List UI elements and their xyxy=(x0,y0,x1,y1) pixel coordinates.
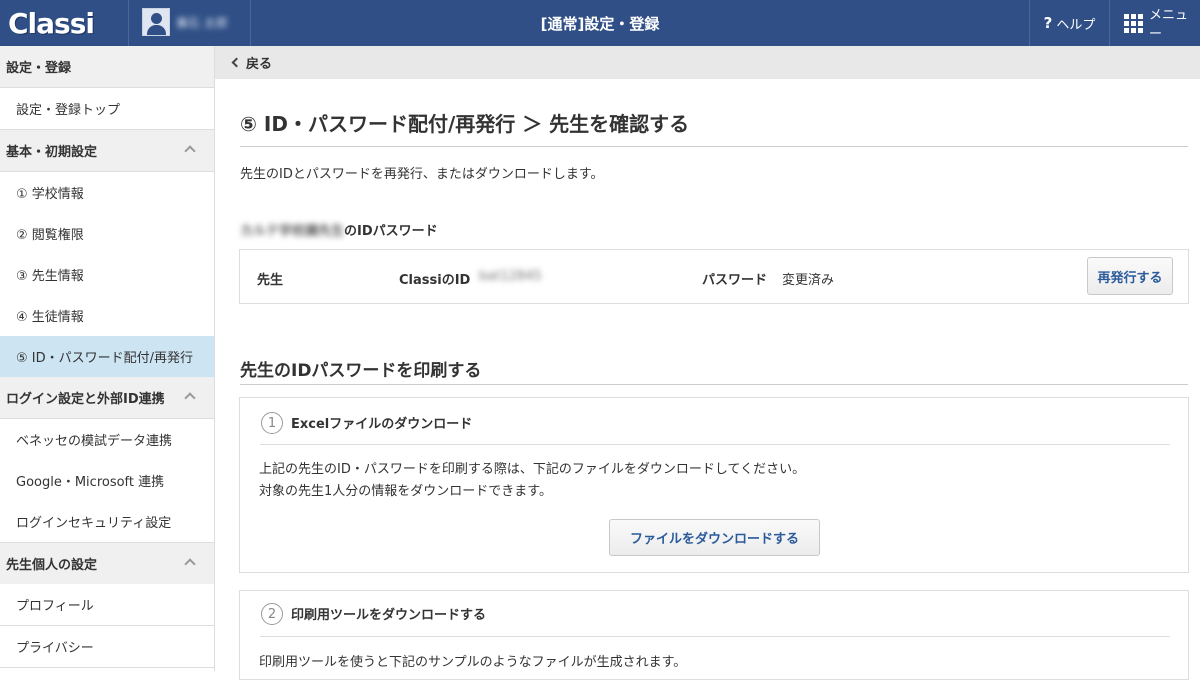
role-label: 先生 xyxy=(257,273,284,288)
sidebar-heading-personal[interactable]: 先生個人の設定 xyxy=(0,543,214,585)
back-link[interactable]: 戻る xyxy=(215,46,1200,79)
menu-button[interactable]: メニュー xyxy=(1110,0,1200,46)
chevron-up-icon xyxy=(184,558,196,570)
menu-label: メニュー xyxy=(1149,8,1189,42)
sidebar: 設定・登録 設定・登録トップ 基本・初期設定 ① 学校情報 ② 閲覧権限 ③ 先… xyxy=(0,46,215,671)
header-divider xyxy=(128,0,129,46)
sidebar-heading-settings: 設定・登録 xyxy=(0,46,214,88)
sidebar-item-label: ① 学校情報 xyxy=(16,187,84,202)
sidebar-item-google-microsoft[interactable]: Google・Microsoft 連携 xyxy=(0,460,214,502)
sidebar-item-profile[interactable]: プロフィール xyxy=(0,584,214,626)
excel-download-text-2: 対象の先生1人分の情報をダウンロードできます。 xyxy=(259,484,552,499)
avatar-body-shape xyxy=(147,25,166,35)
back-label: 戻る xyxy=(246,57,273,72)
card-divider xyxy=(260,636,1170,637)
section-divider xyxy=(240,384,1188,385)
question-icon: ? xyxy=(1043,14,1053,32)
reissue-button[interactable]: 再発行する xyxy=(1087,257,1173,295)
card-divider xyxy=(260,444,1170,445)
id-section-title-suffix: のIDパスワード xyxy=(344,224,438,239)
chevron-left-icon xyxy=(231,57,242,68)
sidebar-heading-label: 設定・登録 xyxy=(6,61,72,76)
classi-id-label: ClassiのID xyxy=(399,273,471,288)
sidebar-item-student-info[interactable]: ④ 生徒情報 xyxy=(0,295,214,337)
avatar[interactable] xyxy=(142,8,170,36)
sidebar-heading-login[interactable]: ログイン設定と外部ID連携 xyxy=(0,377,214,419)
sidebar-heading-label: ログイン設定と外部ID連携 xyxy=(6,392,165,407)
excel-download-text-1: 上記の先生のID・パスワードを印刷する際は、下記のファイルをダウンロードしてくだ… xyxy=(259,462,806,477)
sidebar-item-label: プライバシー xyxy=(16,641,94,656)
print-tool-card: 2 印刷用ツールをダウンロードする 印刷用ツールを使うと下記のサンプルのようなフ… xyxy=(239,590,1189,680)
header-divider xyxy=(250,0,251,46)
help-button[interactable]: ? ヘルプ xyxy=(1030,0,1109,46)
excel-download-card: 1 Excelファイルのダウンロード 上記の先生のID・パスワードを印刷する際は… xyxy=(239,397,1189,573)
avatar-head-shape xyxy=(151,13,162,24)
sidebar-item-label: ベネッセの模試データ連携 xyxy=(16,434,173,449)
top-header: Classi 兼石 太郎 [通常]設定・登録 ? ヘルプ メニュー xyxy=(0,0,1200,46)
chevron-up-icon xyxy=(184,145,196,157)
sidebar-item-label: プロフィール xyxy=(16,599,94,614)
sidebar-item-settings-top[interactable]: 設定・登録トップ xyxy=(0,88,214,130)
sidebar-item-label: ④ 生徒情報 xyxy=(16,310,84,325)
password-value: 変更済み xyxy=(782,273,835,288)
sidebar-item-view-permission[interactable]: ② 閲覧権限 xyxy=(0,213,214,255)
grid-menu-icon xyxy=(1124,13,1143,33)
sidebar-item-privacy[interactable]: プライバシー xyxy=(0,626,214,668)
sidebar-heading-label: 基本・初期設定 xyxy=(6,145,98,160)
print-section-title: 先生のIDパスワードを印刷する xyxy=(240,361,482,381)
download-file-button[interactable]: ファイルをダウンロードする xyxy=(609,519,820,556)
id-password-box: 先生 ClassiのID bat12845 パスワード 変更済み 再発行する xyxy=(239,249,1189,304)
classi-logo[interactable]: Classi xyxy=(8,5,95,41)
page-title: ⑤ ID・パスワード配付/再発行 ＞ 先生を確認する xyxy=(240,112,690,136)
sidebar-item-id-password[interactable]: ⑤ ID・パスワード配付/再発行 xyxy=(0,336,214,378)
classi-id-value: bat12845 xyxy=(479,269,542,284)
sidebar-item-benesse[interactable]: ベネッセの模試データ連携 xyxy=(0,419,214,461)
excel-download-title: Excelファイルのダウンロード xyxy=(291,417,473,432)
step-number-2: 2 xyxy=(261,603,283,625)
id-section-title: カルテ学校講先生のIDパスワード xyxy=(240,220,438,239)
sidebar-item-teacher-info[interactable]: ③ 先生情報 xyxy=(0,254,214,296)
help-label: ヘルプ xyxy=(1056,17,1096,33)
sidebar-item-school-info[interactable]: ① 学校情報 xyxy=(0,172,214,214)
sidebar-item-label: 設定・登録トップ xyxy=(16,103,121,118)
page-description: 先生のIDとパスワードを再発行、またはダウンロードします。 xyxy=(240,167,604,182)
step-number-1: 1 xyxy=(261,412,283,434)
sidebar-heading-label: 先生個人の設定 xyxy=(6,558,98,573)
password-label: パスワード xyxy=(702,273,768,288)
title-divider xyxy=(240,146,1188,147)
sidebar-item-login-security[interactable]: ログインセキュリティ設定 xyxy=(0,501,214,543)
sidebar-item-label: Google・Microsoft 連携 xyxy=(16,475,165,490)
sidebar-item-label: ③ 先生情報 xyxy=(16,269,84,284)
logo-text: Classi xyxy=(8,6,95,40)
sidebar-item-label: ログインセキュリティ設定 xyxy=(16,516,172,531)
sidebar-item-label: ⑤ ID・パスワード配付/再発行 xyxy=(16,351,194,366)
chevron-up-icon xyxy=(184,392,196,404)
sidebar-heading-basic[interactable]: 基本・初期設定 xyxy=(0,130,214,172)
sidebar-item-label: ② 閲覧権限 xyxy=(16,228,84,243)
teacher-name: カルテ学校講先生 xyxy=(240,224,345,239)
user-name[interactable]: 兼石 太郎 xyxy=(176,14,228,31)
print-tool-title: 印刷用ツールをダウンロードする xyxy=(291,608,487,623)
